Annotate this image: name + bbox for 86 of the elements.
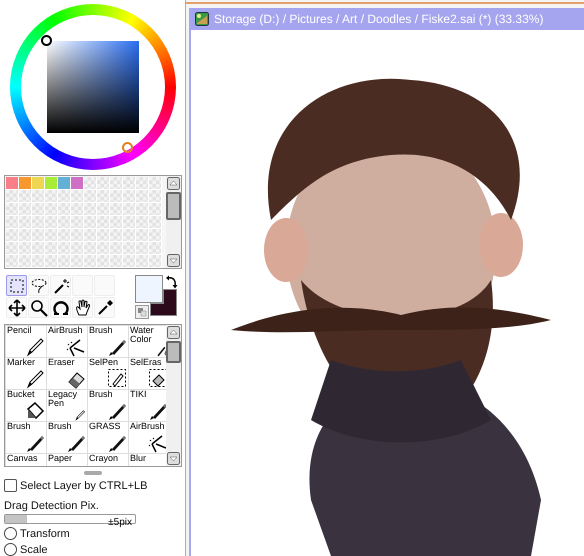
pencil-icon bbox=[25, 336, 45, 357]
brush-slot[interactable]: Paper bbox=[47, 454, 87, 466]
brush-label: Brush bbox=[89, 390, 113, 399]
color-swatch[interactable] bbox=[45, 177, 58, 190]
selection-eraser-icon bbox=[148, 368, 166, 389]
brush-label: TIKI bbox=[130, 390, 147, 399]
brush-label: Paper bbox=[48, 454, 72, 463]
scroll-thumb[interactable] bbox=[166, 192, 181, 220]
hue-marker[interactable] bbox=[122, 142, 133, 153]
brush-label: Legacy Pen bbox=[48, 390, 78, 408]
color-swatch[interactable] bbox=[58, 177, 71, 190]
selection-pen-icon bbox=[107, 368, 127, 389]
brush-slot[interactable]: Legacy Pen bbox=[47, 390, 87, 421]
brush-label: Brush bbox=[7, 422, 31, 431]
scrollbar[interactable] bbox=[166, 176, 181, 268]
brush-slot[interactable]: AirBrush bbox=[129, 422, 166, 453]
color-swatch[interactable] bbox=[32, 177, 45, 190]
brush-slot[interactable]: Eraser bbox=[47, 358, 87, 389]
swap-colors-icon[interactable] bbox=[166, 275, 178, 289]
bucket-icon bbox=[25, 400, 45, 421]
tool-button[interactable] bbox=[6, 275, 27, 296]
scroll-up-icon[interactable] bbox=[167, 177, 180, 190]
brush-drop-icon bbox=[156, 345, 166, 357]
setting-label: Drag Detection Pix. bbox=[4, 500, 100, 512]
brush-label: SelPen bbox=[89, 358, 118, 367]
pencil-icon bbox=[74, 409, 86, 421]
brush-slot[interactable]: Brush bbox=[47, 422, 87, 453]
magic-wand-icon bbox=[52, 276, 70, 294]
scroll-up-icon[interactable] bbox=[167, 326, 180, 339]
radio-button[interactable] bbox=[4, 543, 17, 556]
brush-label: Brush bbox=[48, 422, 72, 431]
brush-slot[interactable]: Brush bbox=[88, 390, 128, 421]
brush-slot[interactable]: Canvas bbox=[6, 454, 46, 466]
brush-slot[interactable]: Brush bbox=[88, 326, 128, 357]
tool-button[interactable] bbox=[6, 297, 27, 318]
move-icon bbox=[8, 298, 26, 316]
brush-label: Brush bbox=[89, 326, 113, 335]
brush-slot[interactable]: Brush bbox=[6, 422, 46, 453]
brush-label: GRASS bbox=[89, 422, 121, 431]
brush-label: Eraser bbox=[48, 358, 75, 367]
brush-label: AirBrush bbox=[48, 326, 83, 335]
resize-grip[interactable] bbox=[84, 471, 102, 475]
radio-label: Transform bbox=[20, 528, 70, 540]
eyedropper-icon bbox=[96, 298, 114, 316]
scrollbar[interactable] bbox=[166, 325, 181, 466]
radio-button[interactable] bbox=[4, 527, 17, 540]
brush-label: Bucket bbox=[7, 390, 35, 399]
color-swatch[interactable] bbox=[6, 177, 19, 190]
brush-label: AirBrush bbox=[130, 422, 165, 431]
brush-slot[interactable]: TIKI bbox=[129, 390, 166, 421]
reset-colors-icon[interactable] bbox=[135, 305, 149, 319]
color-swatch[interactable] bbox=[19, 177, 32, 190]
lasso-icon bbox=[30, 276, 48, 294]
brush-slot[interactable]: SelEras bbox=[129, 358, 166, 389]
brush-label: SelEras bbox=[130, 358, 162, 367]
brush-slot[interactable]: Pencil bbox=[6, 326, 46, 357]
saturation-square[interactable] bbox=[47, 41, 139, 133]
brush-label: Canvas bbox=[7, 454, 38, 463]
brush-slot[interactable]: Blur bbox=[129, 454, 166, 466]
brush-label: Blur bbox=[130, 454, 146, 463]
brush-label: Crayon bbox=[89, 454, 118, 463]
scroll-thumb[interactable] bbox=[166, 341, 181, 363]
rotate-icon bbox=[52, 298, 70, 316]
radio-label: Scale bbox=[20, 544, 48, 556]
brush-slot[interactable]: SelPen bbox=[88, 358, 128, 389]
checkbox-label: Select Layer by CTRL+LB bbox=[20, 480, 148, 492]
checkbox[interactable] bbox=[4, 479, 17, 492]
brush-slot[interactable]: AirBrush bbox=[47, 326, 87, 357]
brush-label: Water Color bbox=[130, 326, 155, 344]
pencil-icon bbox=[25, 368, 45, 389]
primary-color-swatch[interactable] bbox=[135, 275, 163, 303]
color-swatch[interactable] bbox=[71, 177, 84, 190]
app-icon bbox=[195, 12, 209, 26]
brush-slot[interactable]: GRASS bbox=[88, 422, 128, 453]
hand-icon bbox=[74, 298, 92, 316]
brush-slot[interactable]: Crayon bbox=[88, 454, 128, 466]
brush-label: Marker bbox=[7, 358, 36, 367]
zoom-icon bbox=[30, 298, 48, 316]
scroll-down-icon[interactable] bbox=[167, 254, 180, 267]
selection-icon bbox=[8, 276, 26, 294]
picker-marker[interactable] bbox=[41, 35, 52, 46]
brush-slot[interactable]: Water Color bbox=[129, 326, 166, 357]
secondary-color-swatch[interactable] bbox=[150, 289, 177, 316]
window-title: Storage (D:) / Pictures / Art / Doodles / Fiske2.sai (*) (33.33%) bbox=[214, 12, 544, 26]
scroll-down-icon[interactable] bbox=[167, 452, 180, 465]
brush-label: Pencil bbox=[7, 326, 32, 335]
